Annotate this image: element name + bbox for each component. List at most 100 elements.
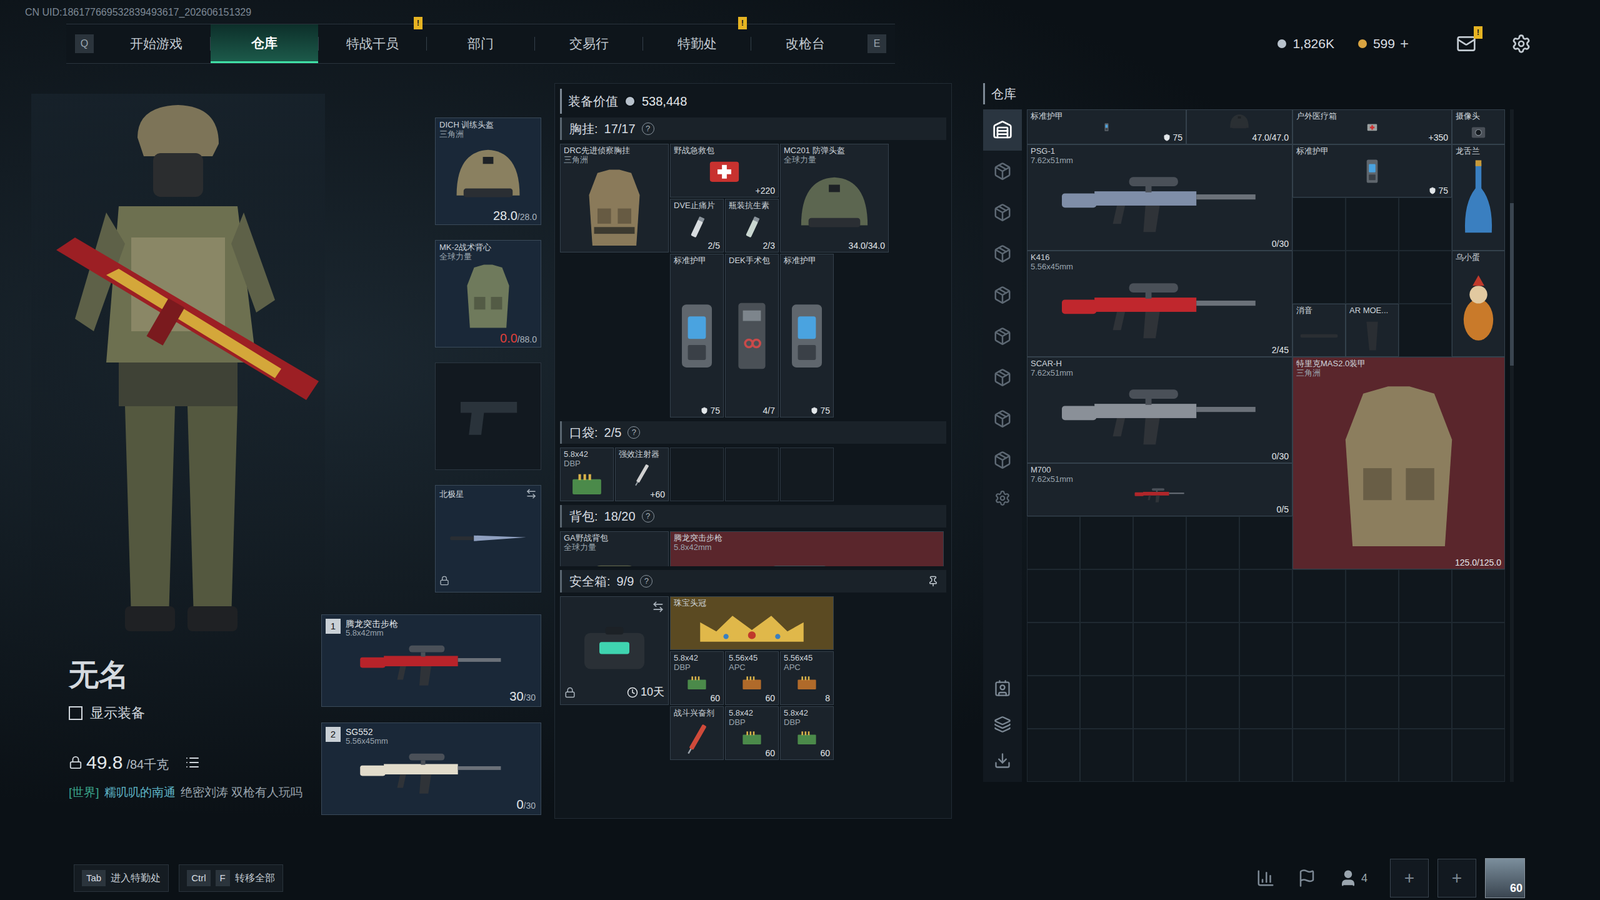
- nav-tab[interactable]: 开始游戏: [102, 24, 210, 64]
- inventory-item[interactable]: 标准护甲75: [780, 253, 834, 418]
- nav-tab[interactable]: 特勤处!: [643, 24, 751, 64]
- pistol-slot[interactable]: [435, 362, 542, 470]
- help-badge[interactable]: ?: [641, 510, 655, 523]
- inventory-item[interactable]: PSG-17.62x51mm0/30: [1026, 144, 1293, 251]
- next-key[interactable]: E: [867, 34, 887, 54]
- currency[interactable]: 1,826K: [1276, 33, 1335, 54]
- swap-icon[interactable]: [525, 488, 537, 500]
- inventory-item[interactable]: 珠宝头冠: [670, 596, 834, 650]
- currency[interactable]: 599+: [1356, 32, 1409, 55]
- inventory-item[interactable]: 特里克MAS2.0装甲三角洲125.0/125.0: [1292, 356, 1505, 570]
- inventory-item[interactable]: 腾龙突击步枪5.8x42mm: [670, 531, 944, 567]
- warehouse-tab[interactable]: [983, 356, 1022, 399]
- inventory-item[interactable]: DEK手术包4/7: [725, 253, 779, 418]
- squad-slot[interactable]: +: [1390, 858, 1429, 898]
- prev-key[interactable]: Q: [75, 34, 94, 54]
- empty-slot[interactable]: [780, 447, 834, 502]
- add-currency[interactable]: +: [1400, 32, 1409, 55]
- inventory-item[interactable]: 户外医疗箱+350: [1292, 109, 1452, 145]
- inventory-item[interactable]: 标准护甲75: [670, 253, 724, 418]
- help-badge[interactable]: ?: [641, 122, 655, 135]
- inventory-item[interactable]: 5.8x42DBP60: [670, 651, 724, 705]
- inventory-item[interactable]: 47.0/47.0: [1186, 109, 1293, 145]
- inventory-item[interactable]: MC201 防弹头盔全球力量34.0/34.0: [780, 143, 889, 253]
- help-badge[interactable]: ?: [640, 575, 653, 588]
- item-name: 5.8x42: [563, 450, 610, 460]
- mail-button[interactable]: !: [1456, 33, 1477, 54]
- item-stat: 2/45: [1027, 345, 1292, 357]
- layers-icon[interactable]: [993, 715, 1012, 734]
- item-stat: 60: [670, 693, 724, 705]
- empty-slot[interactable]: [670, 447, 724, 502]
- flag-icon[interactable]: [1297, 868, 1317, 888]
- weapon-slot[interactable]: 1腾龙突击步枪5.8x42mm30/30: [321, 614, 542, 707]
- inventory-item[interactable]: 标准护甲75: [1292, 144, 1452, 198]
- weapon-slot[interactable]: 2SG5525.56x45mm0/30: [321, 722, 542, 815]
- inventory-item[interactable]: K4165.56x45mm2/45: [1026, 250, 1293, 357]
- pin-icon[interactable]: [927, 575, 939, 587]
- warehouse-tab[interactable]: [983, 233, 1022, 275]
- inventory-item[interactable]: AR MOE...: [1345, 303, 1399, 357]
- nav-tab[interactable]: 仓库: [210, 24, 319, 64]
- safe-case[interactable]: 10天: [560, 596, 669, 705]
- swap-icon[interactable]: [651, 600, 665, 614]
- warehouse-tab[interactable]: [983, 109, 1022, 151]
- key-hint[interactable]: Tab进入特勤处: [73, 864, 169, 893]
- inventory-item[interactable]: 5.8x42DBP: [560, 447, 614, 502]
- stats-icon[interactable]: [1256, 868, 1275, 888]
- inventory-item[interactable]: 摄像头: [1451, 109, 1505, 145]
- inventory-item[interactable]: 5.56x45APC8: [780, 651, 834, 705]
- warehouse-tab[interactable]: [983, 150, 1022, 192]
- melee-slot[interactable]: 北极星: [435, 485, 542, 593]
- download-icon[interactable]: [993, 751, 1012, 770]
- inventory-item[interactable]: 5.8x42DBP60: [725, 706, 779, 760]
- inventory-item[interactable]: 野战急救包+220: [670, 143, 779, 198]
- gear-icon[interactable]: [994, 490, 1011, 507]
- empty-slot[interactable]: [725, 447, 779, 502]
- nav-tab[interactable]: 部门: [426, 24, 535, 64]
- inventory-item[interactable]: 龙舌兰: [1451, 144, 1505, 251]
- safe-timer: 10天: [626, 683, 665, 701]
- warehouse-tab[interactable]: [983, 274, 1022, 316]
- inventory-item[interactable]: 强效注射器+60: [615, 447, 669, 502]
- nav-tab[interactable]: 特战干员!: [318, 24, 427, 64]
- equip-slot[interactable]: DICH 训练头盔三角洲28.0/28.0: [435, 117, 542, 225]
- inventory-item[interactable]: DRC先进侦察胸挂三角洲: [560, 143, 669, 253]
- knife-icon: [440, 500, 536, 577]
- inventory-item[interactable]: 瓶装抗生素2/3: [725, 198, 779, 253]
- inventory-item[interactable]: DVE止痛片2/5: [670, 198, 724, 253]
- warehouse-tab[interactable]: [983, 439, 1022, 481]
- contact-icon[interactable]: [993, 679, 1012, 697]
- inventory-item[interactable]: 消音: [1292, 303, 1346, 357]
- equip-slot[interactable]: MK-2战术背心全球力量0.0/88.0: [435, 240, 542, 348]
- inventory-item[interactable]: M7007.62x51mm0/5: [1026, 463, 1293, 517]
- inventory-item[interactable]: SCAR-H7.62x51mm0/30: [1026, 356, 1293, 464]
- grid-cell: [1292, 250, 1346, 304]
- inventory-item[interactable]: 标准护甲75: [1026, 109, 1187, 145]
- show-gear-toggle[interactable]: 显示装备: [68, 702, 322, 724]
- grid-cell: [1345, 250, 1399, 304]
- squad-slot[interactable]: +: [1437, 858, 1477, 898]
- bag-icon: [564, 553, 665, 567]
- scrollbar[interactable]: [1510, 109, 1514, 782]
- help-badge[interactable]: ?: [627, 426, 640, 439]
- settings-icon[interactable]: [1511, 33, 1532, 54]
- warehouse-tab[interactable]: [983, 191, 1022, 234]
- lock-icon: [68, 755, 83, 770]
- nav-tab[interactable]: 改枪台: [751, 24, 859, 64]
- friends-button[interactable]: 4: [1338, 868, 1368, 888]
- inventory-item[interactable]: GA野战背包全球力量: [560, 531, 669, 567]
- list-icon[interactable]: [185, 755, 200, 770]
- warehouse-tab[interactable]: [983, 398, 1022, 440]
- player-avatar[interactable]: 60: [1485, 858, 1525, 899]
- inventory-item[interactable]: 战斗兴奋剂: [670, 706, 724, 760]
- nav-tab[interactable]: 交易行: [535, 24, 643, 64]
- inventory-item[interactable]: 乌小蛋: [1451, 250, 1505, 357]
- key-hint[interactable]: CtrlF转移全部: [178, 864, 284, 893]
- checkbox[interactable]: [68, 706, 83, 720]
- inventory-item[interactable]: 5.56x45APC60: [725, 651, 779, 705]
- item-name: 5.8x42: [673, 653, 720, 664]
- inventory-item[interactable]: 5.8x42DBP60: [780, 706, 834, 760]
- warehouse-tab[interactable]: [983, 315, 1022, 357]
- alert-badge: !: [413, 16, 423, 30]
